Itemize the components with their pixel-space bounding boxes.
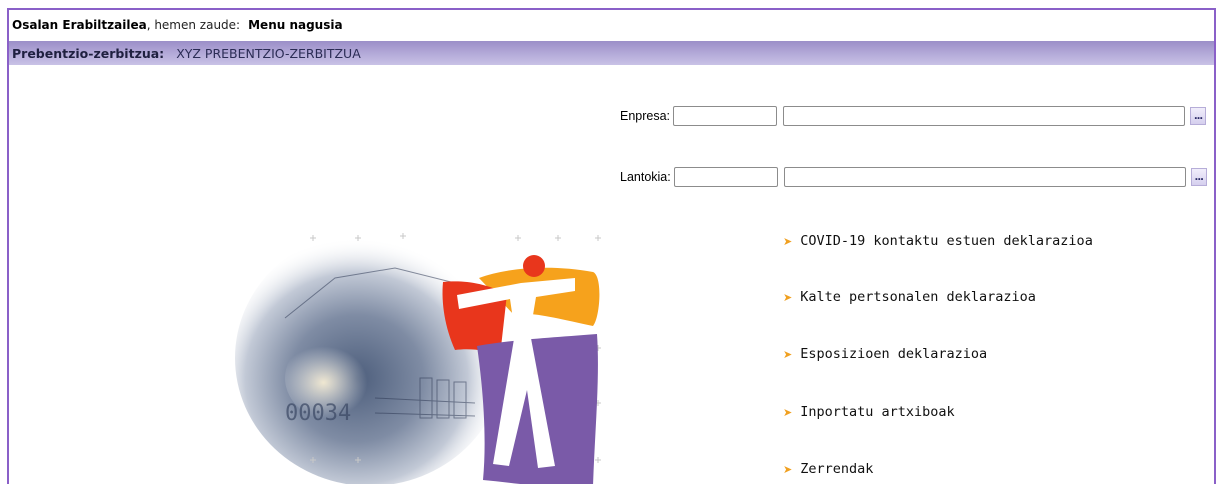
menu-item-import-files[interactable]: ➤ Inportatu artxiboak [783,404,955,420]
location-prefix: , hemen zaude: [146,18,241,32]
menu-item-lists[interactable]: ➤ Zerrendak [783,461,873,477]
lantokia-name-input[interactable] [783,167,1186,187]
enpresa-row: Enpresa: ... [620,106,1207,126]
ellipsis-icon: ... [1194,171,1204,183]
menu-item-covid-declaration[interactable]: ➤ COVID-19 kontaktu estuen deklarazioa [783,233,1093,249]
current-location: Menu nagusia [248,18,343,32]
ellipsis-icon: ... [1193,110,1203,122]
menu-item-exposure-declaration[interactable]: ➤ Esposizioen deklarazioa [783,346,987,362]
arrow-right-icon: ➤ [783,290,793,304]
enpresa-lookup-button[interactable]: ... [1190,107,1207,125]
user-name: Osalan Erabiltzailea [12,18,147,32]
enpresa-name-input[interactable] [783,106,1186,126]
menu-item-label: Esposizioen deklarazioa [800,346,988,362]
arrow-right-icon: ➤ [783,234,793,248]
logo-decor-text: 00034 [285,401,351,426]
menu-item-label: Zerrendak [800,461,874,477]
lantokia-lookup-button[interactable]: ... [1190,168,1207,186]
service-value: XYZ PREBENTZIO-ZERBITZUA [176,45,361,61]
enpresa-code-input[interactable] [673,106,778,126]
service-bar: Prebentzio-zerbitzua: XYZ PREBENTZIO-ZER… [9,41,1214,65]
enpresa-label: Enpresa: [620,109,671,123]
menu-item-label: COVID-19 kontaktu estuen deklarazioa [800,233,1093,249]
lantokia-row: Lantokia: ... [620,167,1207,187]
location-bar: Osalan Erabiltzailea , hemen zaude: Menu… [9,10,1214,40]
osalan-logo-collage-icon: 00034 [225,198,620,488]
arrow-right-icon: ➤ [783,462,793,476]
menu-item-label: Inportatu artxiboak [800,404,955,420]
menu-item-personal-damage-declaration[interactable]: ➤ Kalte pertsonalen deklarazioa [783,289,1036,305]
lantokia-label: Lantokia: [620,170,671,184]
service-label: Prebentzio-zerbitzua: [12,45,165,61]
lantokia-code-input[interactable] [673,167,778,187]
arrow-right-icon: ➤ [783,405,793,419]
arrow-right-icon: ➤ [783,347,793,361]
menu-item-label: Kalte pertsonalen deklarazioa [800,289,1036,305]
